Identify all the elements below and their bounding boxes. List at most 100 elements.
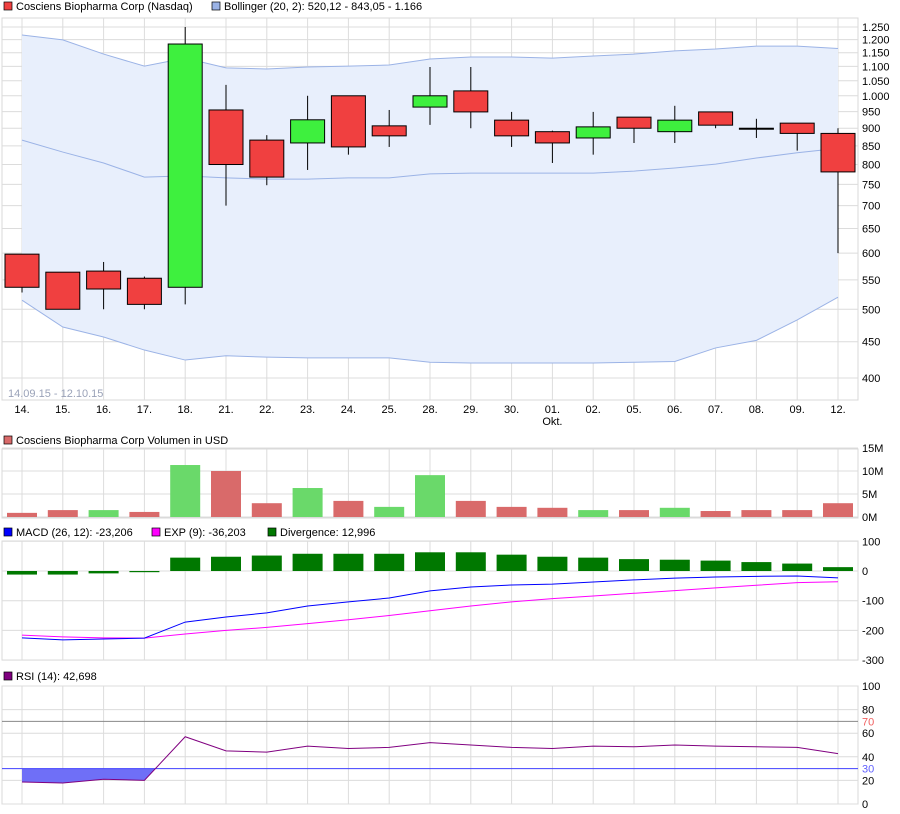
candle-body bbox=[371, 125, 407, 137]
price-ytick-label: 1.050 bbox=[862, 76, 890, 88]
volume-bar bbox=[700, 511, 731, 517]
x-tick-label: 21. bbox=[218, 404, 233, 416]
rsi-level-30-label: 30 bbox=[862, 764, 874, 776]
volume-legend: Cosciens Biopharma Corp Volumen in USD bbox=[16, 435, 228, 447]
candle-body bbox=[45, 271, 81, 310]
candle-body bbox=[494, 119, 530, 137]
rsi-legend: RSI (14): 42,698 bbox=[16, 671, 97, 683]
volume-ytick-label: 0M bbox=[862, 512, 877, 524]
x-tick-label: 24. bbox=[341, 404, 356, 416]
volume-bar bbox=[7, 512, 37, 517]
candle-body bbox=[86, 270, 122, 290]
volume-bar bbox=[619, 510, 649, 517]
price-ytick-label: 1.250 bbox=[862, 22, 890, 34]
volume-bar bbox=[455, 500, 486, 517]
candle-body bbox=[575, 126, 611, 139]
x-tick-label: 05. bbox=[626, 404, 641, 416]
macd-legend: MACD (26, 12): -23,206 bbox=[16, 527, 133, 539]
price-ytick-label: 800 bbox=[862, 160, 880, 172]
candle-body bbox=[698, 111, 734, 126]
volume-bar bbox=[782, 510, 813, 517]
divergence-bar bbox=[88, 571, 119, 574]
x-tick-label: 12. bbox=[830, 404, 845, 416]
volume-bar bbox=[211, 471, 241, 517]
volume-bar bbox=[823, 503, 853, 517]
divergence-legend-swatch bbox=[267, 527, 277, 537]
price-ytick-label: 950 bbox=[862, 107, 880, 119]
rsi-legend-swatch bbox=[3, 671, 13, 681]
macd-ytick-label: -200 bbox=[862, 625, 884, 637]
macd-ytick-label: 100 bbox=[862, 536, 880, 548]
x-tick-label: 29. bbox=[463, 404, 478, 416]
x-tick-label: 16. bbox=[96, 404, 111, 416]
divergence-bar bbox=[374, 553, 405, 571]
divergence-bar bbox=[292, 553, 323, 571]
price-ytick-label: 850 bbox=[862, 141, 880, 153]
x-tick-label: 08. bbox=[749, 404, 764, 416]
candle-body bbox=[208, 109, 244, 166]
divergence-bar bbox=[47, 571, 78, 575]
candle-body bbox=[820, 132, 856, 173]
date-range-label: 14.09.15 - 12.10.15 bbox=[8, 388, 103, 400]
candle-body bbox=[167, 43, 203, 288]
volume-bar bbox=[578, 510, 609, 517]
divergence-bar bbox=[578, 557, 609, 571]
macd-ytick-label: -100 bbox=[862, 596, 884, 608]
price-ytick-label: 450 bbox=[862, 337, 880, 349]
x-tick-label: 17. bbox=[137, 404, 152, 416]
price-ytick-label: 400 bbox=[862, 373, 880, 385]
price-ytick-label: 750 bbox=[862, 179, 880, 191]
exp-legend: EXP (9): -36,203 bbox=[164, 527, 246, 539]
volume-bar bbox=[537, 507, 568, 517]
volume-bar bbox=[659, 507, 690, 517]
price-ytick-label: 900 bbox=[862, 123, 880, 135]
x-tick-label: 01. bbox=[545, 404, 560, 416]
volume-bar bbox=[129, 511, 160, 517]
divergence-bar bbox=[455, 552, 486, 571]
candle-body bbox=[534, 131, 570, 144]
rsi-ytick-label: 40 bbox=[862, 752, 874, 764]
volume-bar bbox=[170, 465, 201, 517]
divergence-bar bbox=[7, 571, 37, 575]
price-ytick-label: 700 bbox=[862, 201, 880, 213]
x-tick-label: 23. bbox=[300, 404, 315, 416]
candle-body bbox=[616, 116, 652, 129]
volume-bar bbox=[741, 510, 772, 517]
rsi-level-70-label: 70 bbox=[862, 716, 874, 728]
candle-body bbox=[738, 127, 774, 130]
divergence-bar bbox=[251, 555, 282, 571]
price-ytick-label: 600 bbox=[862, 248, 880, 260]
bollinger-legend: Bollinger (20, 2): 520,12 - 843,05 - 1.1… bbox=[224, 1, 422, 13]
price-ytick-label: 550 bbox=[862, 275, 880, 287]
candle-body bbox=[453, 90, 489, 113]
divergence-bar bbox=[170, 557, 201, 571]
x-tick-label: 06. bbox=[667, 404, 682, 416]
divergence-bar bbox=[211, 556, 241, 571]
volume-legend-swatch bbox=[3, 435, 13, 445]
macd-ytick-label: -300 bbox=[862, 655, 884, 667]
volume-bar bbox=[88, 510, 119, 517]
x-tick-label: 09. bbox=[790, 404, 805, 416]
divergence-bar bbox=[659, 559, 690, 571]
price-ytick-label: 500 bbox=[862, 304, 880, 316]
month-label: Okt. bbox=[542, 416, 562, 428]
rsi-ytick-label: 20 bbox=[862, 775, 874, 787]
price-ytick-label: 1.200 bbox=[862, 35, 890, 47]
x-tick-label: 14. bbox=[14, 404, 29, 416]
divergence-bar bbox=[537, 556, 568, 571]
volume-ytick-label: 15M bbox=[862, 443, 883, 455]
price-ytick-label: 1.000 bbox=[862, 91, 890, 103]
rsi-ytick-label: 0 bbox=[862, 799, 868, 811]
volume-bar bbox=[251, 503, 282, 517]
volume-bar bbox=[333, 500, 364, 517]
candle-body bbox=[290, 119, 326, 144]
candle-body bbox=[330, 95, 366, 148]
candle-body bbox=[126, 277, 162, 305]
price-legend-swatch bbox=[3, 1, 13, 11]
x-tick-label: 18. bbox=[178, 404, 193, 416]
price-ytick-label: 650 bbox=[862, 223, 880, 235]
rsi-ytick-label: 80 bbox=[862, 705, 874, 717]
volume-ytick-label: 10M bbox=[862, 466, 883, 478]
divergence-bar bbox=[741, 562, 772, 571]
divergence-bar bbox=[782, 563, 813, 571]
